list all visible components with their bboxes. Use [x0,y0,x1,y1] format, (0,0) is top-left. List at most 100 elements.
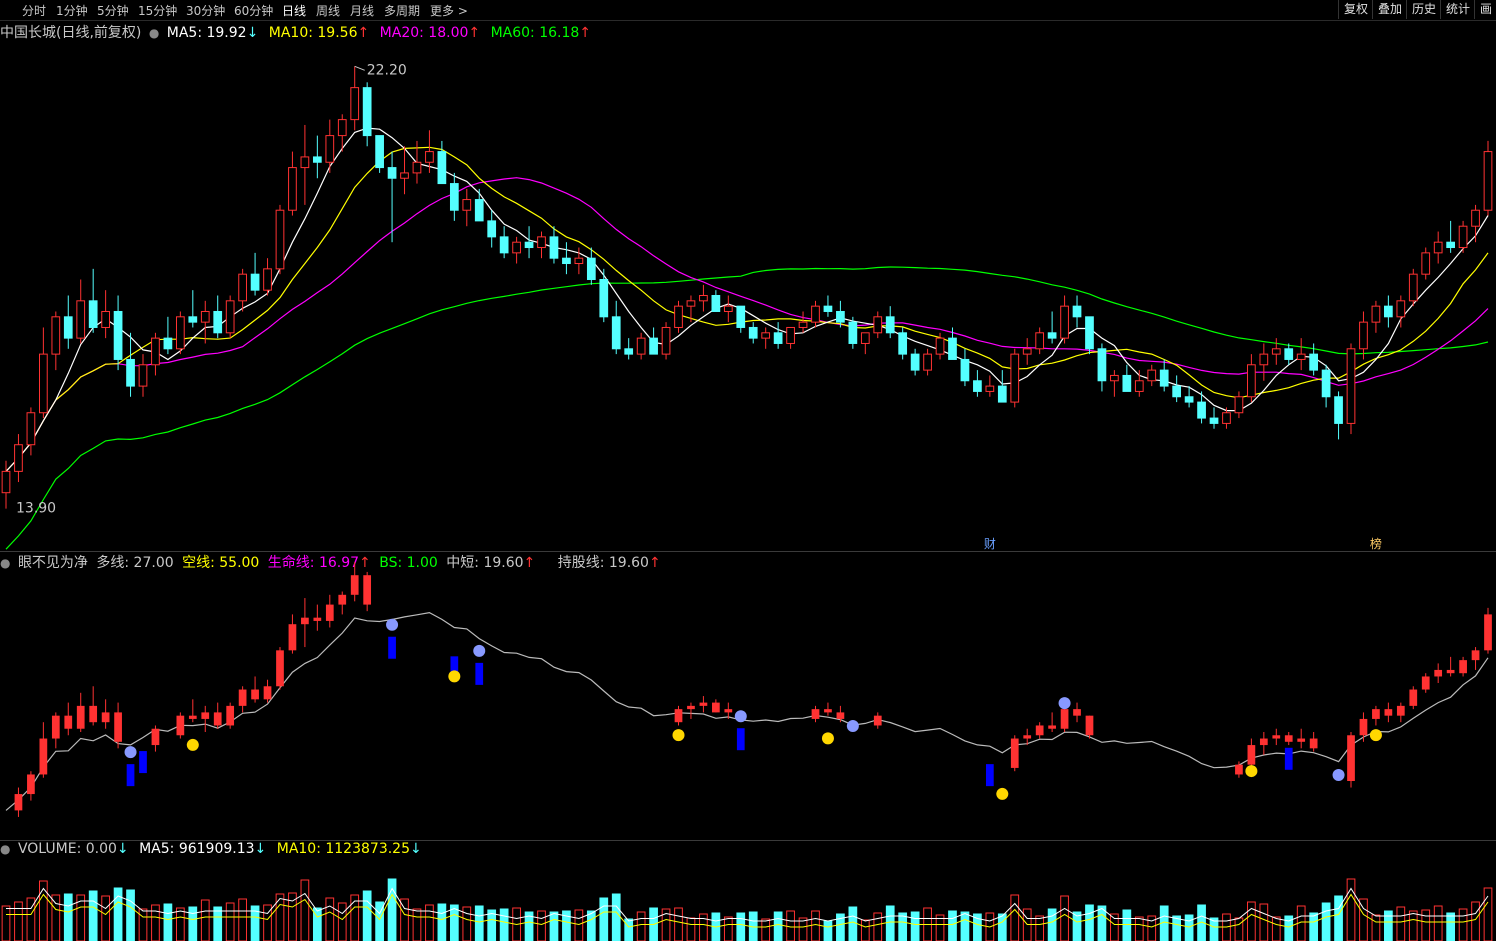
indicator-bar [213,712,222,726]
candle-body [1321,369,1331,398]
candle-body [425,151,434,163]
candle-body [163,337,173,350]
volume-bar [1047,908,1057,941]
volume-bar [773,911,783,941]
volume-bar [1122,909,1132,941]
volume-settings-icon[interactable]: ● [0,842,10,856]
ma20-arrow: ↑ [468,25,481,41]
candle-body [611,316,621,350]
candle-body [873,316,883,334]
volume-ma5-arrow: ↓ [254,841,267,857]
volume-bar [138,908,148,941]
period-tab-4[interactable]: 30分钟 [186,2,225,19]
volume-bar [325,897,335,941]
period-tab-5[interactable]: 60分钟 [234,2,273,19]
period-tab-0[interactable]: 分时 [22,2,46,19]
volume-ma10-arrow: ↓ [410,841,422,857]
candle-body [599,279,609,318]
candle-body [1359,321,1368,350]
indicator-bar [363,575,372,605]
indicator-settings-icon[interactable]: ● [0,556,10,570]
candle-body [1483,151,1493,211]
volume-bar [723,916,733,941]
indicator-bar [873,715,882,726]
indicator-bar [151,728,160,746]
period-tab-9[interactable]: 多周期 [384,2,420,19]
indicator-bar [14,794,23,811]
buy-smile-icon [186,738,199,751]
candle-body [910,353,920,371]
toolbar-button-4[interactable]: 画 [1474,0,1496,19]
indicator-bar [325,604,334,621]
candle-body [985,385,995,392]
candle-body [400,172,409,179]
zhongduan-legend: 中短: 19.60 [446,555,524,571]
volume-bar [1271,916,1281,941]
candle-body [387,167,397,179]
settings-dot-icon[interactable]: ● [149,26,159,40]
candle-body [1022,348,1032,355]
volume-bar [1421,909,1431,941]
candle-body [1471,209,1480,227]
volume-bar [425,904,434,941]
indicator-bar [811,709,820,719]
candle-body [786,326,795,344]
toolbar-button-1[interactable]: 叠加 [1372,0,1407,19]
volume-bar [860,919,870,941]
volume-bar [63,893,73,941]
candle-body [1284,348,1294,360]
buy-smile-icon [672,729,685,742]
indicator-bar [1459,660,1467,674]
ma10-arrow: ↑ [357,25,370,41]
volume-ma5: MA5: 961909.13 [139,841,255,857]
period-tab-6[interactable]: 日线 [282,2,306,19]
indicator-bar [276,650,284,687]
candle-body [113,310,123,360]
chigu-legend: 持股线: 19.60 [557,555,649,571]
volume-bar [1197,904,1206,941]
indicator-bar [1471,650,1480,661]
candle-body [711,294,721,312]
sell-frown-icon [1058,697,1071,710]
candle-body [885,316,895,334]
candle-body [948,337,957,360]
toolbar-button-3[interactable]: 统计 [1440,0,1475,19]
volume-bar [225,902,235,941]
toolbar-button-2[interactable]: 历史 [1406,0,1441,19]
volume-bar [400,898,409,941]
ma20-line [5,177,1489,472]
volume-bar [997,913,1007,941]
volume-bar [462,906,472,941]
volume-bar [238,898,247,941]
volume-bar [512,907,521,941]
indicator-bar [338,594,347,605]
indicator-bar [350,575,359,595]
volume-bar [935,914,945,941]
period-tab-1[interactable]: 1分钟 [56,2,88,19]
period-tab-8[interactable]: 月线 [350,2,374,19]
volume-bar [1022,908,1032,941]
toolbar-button-0[interactable]: 复权 [1338,0,1373,19]
candle-body [499,236,509,254]
volume-bar [213,906,223,941]
volume-bar [350,894,360,941]
volume-bar [188,906,198,941]
period-tab-3[interactable]: 15分钟 [138,2,177,19]
volume-bar [1097,905,1107,941]
volume-bar [611,893,621,941]
ma5-arrow: ↓ [246,25,259,41]
volume-bar [973,913,982,941]
indicator-bar [1235,764,1243,775]
period-tab-2[interactable]: 5分钟 [97,2,129,19]
volume-bar [1371,914,1381,941]
volume-bar [1209,917,1219,941]
candle-body [1184,396,1194,403]
period-tab-10[interactable]: 更多 > [430,2,468,19]
ma60-line [5,266,1489,550]
candle-body [761,332,771,339]
indicator-legend: ● 眼不见为净 多线: 27.00 空线: 55.00 生命线: 16.97↑ … [0,552,661,572]
candle-body [1122,374,1132,392]
bs-sell-bar [1284,747,1293,770]
period-tab-7[interactable]: 周线 [316,2,340,19]
volume-bar [1284,915,1294,941]
